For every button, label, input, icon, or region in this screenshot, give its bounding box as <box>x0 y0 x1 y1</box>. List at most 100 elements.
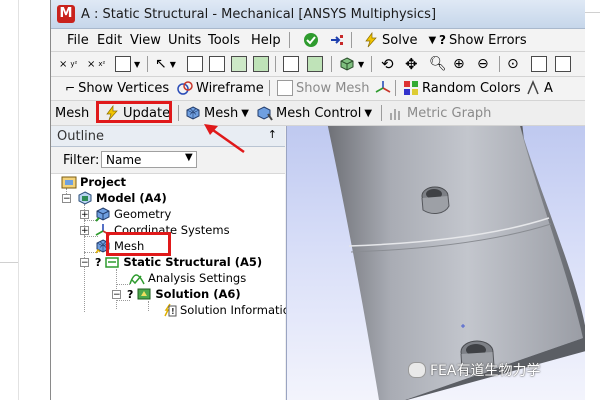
toolbar-separator <box>289 32 290 48</box>
chevron-down-icon[interactable]: ▼ <box>185 152 193 163</box>
filter-select[interactable]: Name <box>101 151 197 168</box>
select-node-button[interactable] <box>307 54 323 74</box>
check-button[interactable] <box>303 30 319 50</box>
check-icon <box>304 33 318 47</box>
menu-units[interactable]: Units <box>168 33 201 48</box>
tree-arrange-button[interactable] <box>329 30 345 50</box>
wireframe-button[interactable]: Wireframe <box>177 78 264 98</box>
question-icon: ? <box>95 255 102 269</box>
tree-item-model[interactable]: Model (A4) <box>77 190 167 206</box>
metric-graph-button[interactable]: Metric Graph <box>388 103 491 123</box>
toolbar-separator <box>351 32 352 48</box>
superscript-button[interactable]: × x² <box>87 54 105 74</box>
zoom-button[interactable]: 🔍︎ <box>429 54 447 74</box>
subscript-button[interactable]: × y² <box>59 54 77 74</box>
solve-button[interactable]: Solve ▼ <box>363 30 436 50</box>
pointer-icon: ↖ <box>155 56 167 72</box>
show-vertices-button[interactable]: ⌐ Show Vertices <box>65 78 169 98</box>
display-toolbar: ⌐ Show Vertices Wireframe Show Mesh Rand… <box>51 77 585 101</box>
watermark: FEA有道生物力学 <box>408 360 540 380</box>
show-mesh-icon <box>277 80 293 96</box>
magnifier-icon: ⊙ <box>507 56 519 72</box>
mesh-icon <box>186 106 200 120</box>
tree-label-solution-information: Solution Informatio <box>180 303 290 317</box>
pan-button[interactable]: ✥ <box>405 54 418 74</box>
expand-toggle[interactable]: + <box>80 226 89 236</box>
toolbar-separator <box>269 80 270 96</box>
select-vertex-icon <box>187 56 203 72</box>
pin-icon[interactable]: ↑ <box>268 128 277 141</box>
margin-tick <box>584 12 600 13</box>
3d-model-view[interactable] <box>287 126 585 400</box>
select-edge-button[interactable] <box>209 54 225 74</box>
analysis-settings-icon <box>129 274 145 285</box>
menu-help[interactable]: Help <box>251 33 281 48</box>
axis-triad-button[interactable] <box>375 78 391 98</box>
annotation-button[interactable]: A <box>525 78 553 98</box>
outline-title: Outline <box>57 129 105 144</box>
next-view-icon <box>555 56 571 72</box>
show-mesh-button[interactable]: Show Mesh <box>277 78 369 98</box>
select-mode-button[interactable]: ▼ <box>115 54 140 74</box>
random-colors-icon <box>404 81 418 95</box>
tree-item-project[interactable]: Project <box>61 174 126 190</box>
cube-select-icon <box>340 57 354 71</box>
select-node-icon <box>307 56 323 72</box>
select-vertex-button[interactable] <box>187 54 203 74</box>
tree-connector <box>116 269 117 309</box>
mesh-control-button[interactable]: Mesh Control ▼ <box>257 103 372 123</box>
tree-item-solution-information[interactable]: ! Solution Informatio <box>161 302 290 318</box>
metric-graph-label: Metric Graph <box>407 105 492 121</box>
show-vertices-label: Show Vertices <box>78 80 170 96</box>
expand-toggle[interactable]: + <box>80 210 89 220</box>
tree-item-geometry[interactable]: Geometry <box>95 206 171 222</box>
tree-connector <box>116 284 130 285</box>
wechat-icon <box>408 362 426 378</box>
collapse-toggle[interactable]: − <box>62 194 71 204</box>
collapse-toggle[interactable]: − <box>80 258 89 268</box>
annotation-arrow <box>204 124 245 154</box>
box-zoom-button[interactable]: ⊕ <box>453 54 465 74</box>
extend-selection-button[interactable]: ▼ <box>339 54 364 74</box>
zoom-to-fit-button[interactable]: ⊖ <box>477 54 489 74</box>
geometry-icon <box>95 207 110 222</box>
tree-item-static-structural[interactable]: ? Static Structural (A5) <box>95 254 262 270</box>
graphics-viewport[interactable] <box>286 126 585 400</box>
next-view-button[interactable] <box>555 54 571 74</box>
title-bar: M A : Static Structural - Mechanical [AN… <box>51 0 585 29</box>
tree-item-solution[interactable]: ? Solution (A6) <box>127 286 241 302</box>
solve-dropdown-arrow[interactable]: ▼ <box>429 35 437 46</box>
menu-tools[interactable]: Tools <box>208 33 240 48</box>
show-errors-button[interactable]: ? Show Errors <box>439 30 527 50</box>
chevron-down-icon: ▼ <box>169 59 176 69</box>
pointer-button[interactable]: ↖ ▼ <box>155 54 176 74</box>
show-mesh-label: Show Mesh <box>296 80 370 96</box>
menu-file[interactable]: File <box>67 33 89 48</box>
vertex-icon: ⌐ <box>65 81 76 95</box>
mesh-highlight-box <box>106 232 171 256</box>
ansys-mechanical-icon[interactable]: M <box>57 5 75 23</box>
random-colors-label: Random Colors <box>422 80 521 96</box>
rotate-button[interactable]: ⟲ <box>381 54 394 74</box>
select-edge-icon <box>209 56 225 72</box>
solve-label: Solve <box>382 32 418 48</box>
wireframe-icon <box>177 81 193 95</box>
solution-information-icon: ! <box>164 303 177 317</box>
magnifier-button[interactable]: ⊙ <box>507 54 519 74</box>
toolbar-separator <box>275 56 276 72</box>
random-colors-button[interactable]: Random Colors <box>403 78 521 98</box>
tree-item-analysis-settings[interactable]: Analysis Settings <box>129 270 246 286</box>
tree-label-static-structural: Static Structural (A5) <box>123 255 263 269</box>
previous-view-button[interactable] <box>531 54 547 74</box>
menu-edit[interactable]: Edit <box>97 33 122 48</box>
select-type-button[interactable] <box>283 54 299 74</box>
previous-view-icon <box>531 56 547 72</box>
context-label: Mesh <box>55 105 90 121</box>
menu-view[interactable]: View <box>130 33 161 48</box>
select-face-button[interactable] <box>231 54 247 74</box>
question-icon: ? <box>439 33 446 47</box>
right-page-margin <box>584 0 600 400</box>
watermark-text: FEA有道生物力学 <box>430 363 541 379</box>
collapse-toggle[interactable]: − <box>112 290 121 300</box>
select-body-button[interactable] <box>253 54 269 74</box>
